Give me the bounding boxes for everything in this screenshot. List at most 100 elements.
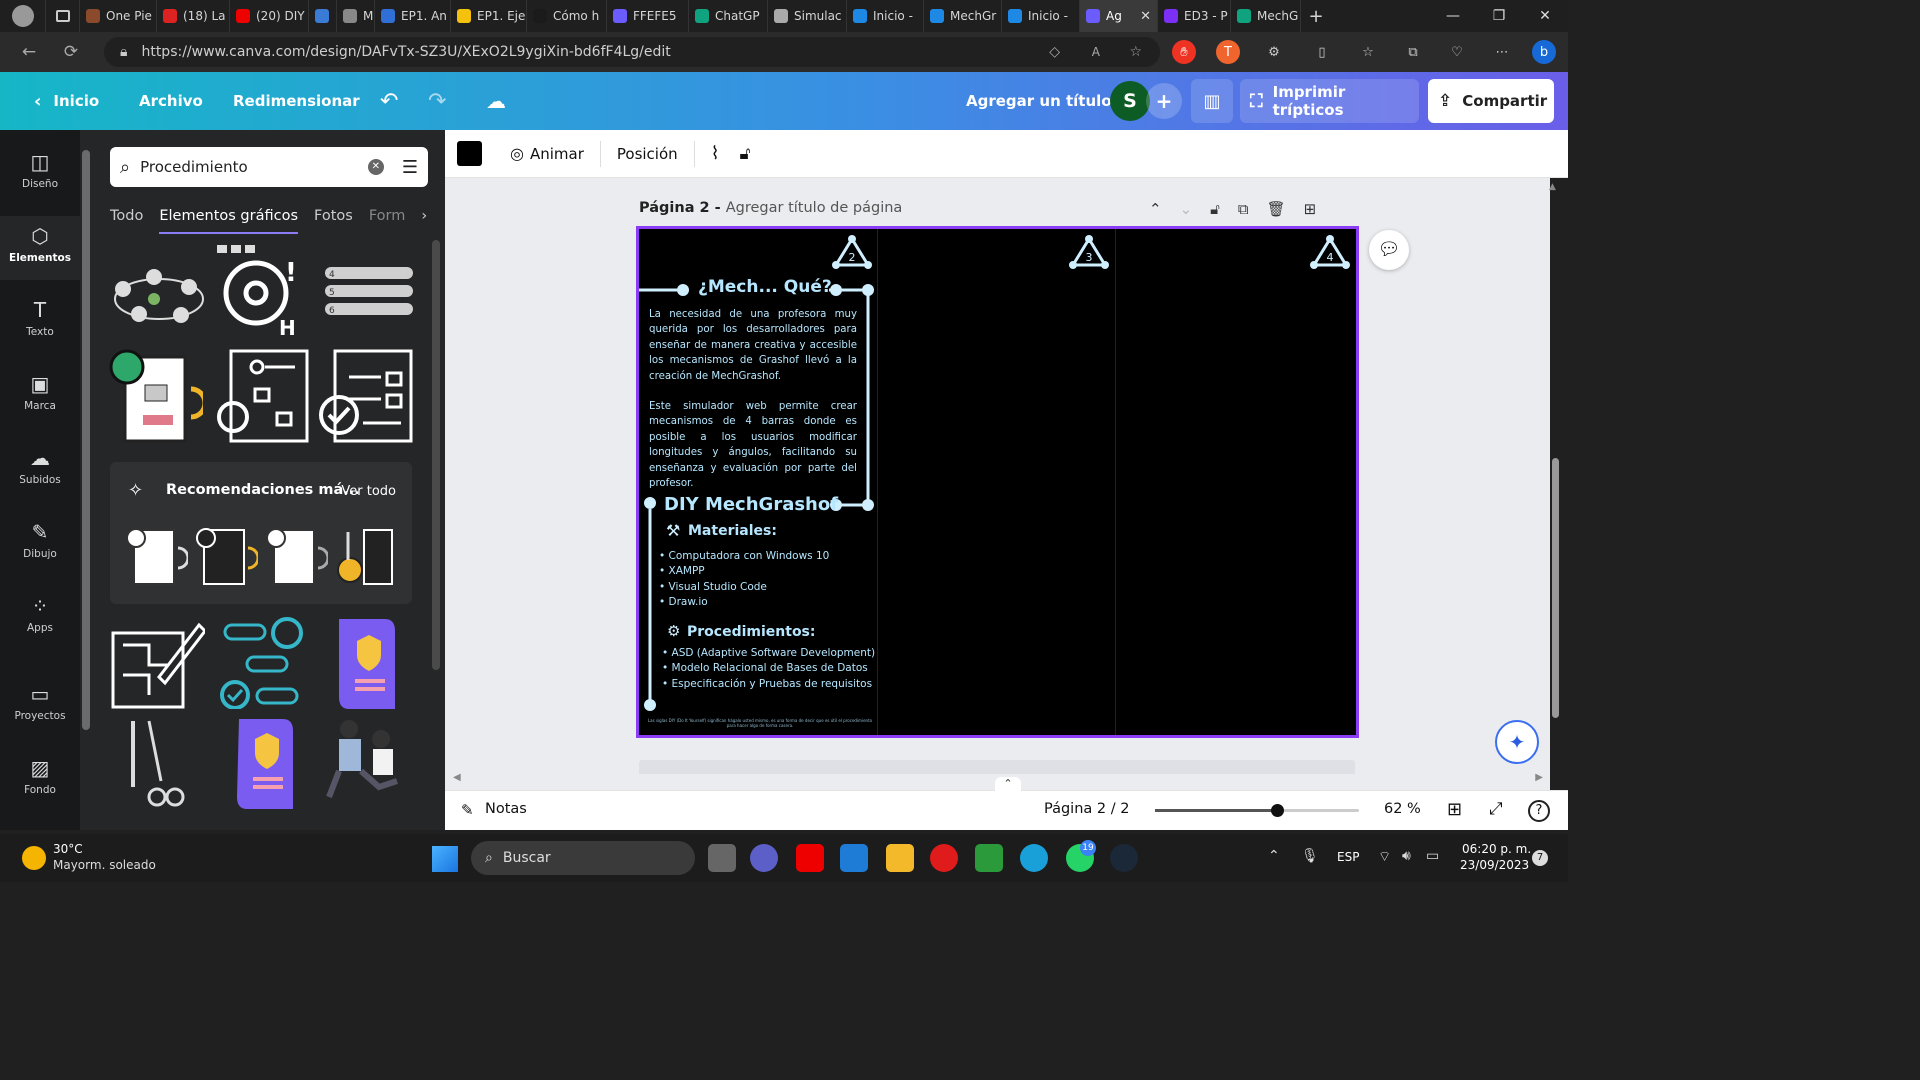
graphic-checklist-thumb[interactable] bbox=[316, 346, 414, 444]
zoom-level[interactable]: 62 % bbox=[1384, 801, 1421, 817]
materials-list[interactable]: • Computadora con Windows 10 • XAMPP • V… bbox=[659, 549, 829, 610]
search-input[interactable]: Procedimiento bbox=[140, 158, 248, 176]
vertical-scroll-thumb[interactable] bbox=[1552, 458, 1559, 718]
browser-tab[interactable]: Inicio - bbox=[847, 0, 924, 32]
rail-item-brand[interactable]: ▣ Marca bbox=[0, 364, 80, 428]
add-title-button[interactable]: Agregar un título bbox=[966, 72, 1112, 130]
add-page-icon[interactable]: ⊞ bbox=[1304, 200, 1317, 218]
procedures-title[interactable]: Procedimientos: bbox=[687, 624, 816, 640]
browser-tab[interactable] bbox=[309, 0, 337, 32]
browser-tab[interactable]: Ag ✕ bbox=[1080, 0, 1158, 32]
paragraph-intro[interactable]: La necesidad de una profesora muy querid… bbox=[649, 307, 857, 384]
language-indicator[interactable]: ESP bbox=[1337, 850, 1359, 864]
materials-title[interactable]: Materiales: bbox=[688, 523, 777, 539]
tab-graphics[interactable]: Elementos gráficos bbox=[159, 208, 298, 234]
tag-icon[interactable]: ◇ bbox=[1049, 44, 1060, 60]
lock-page-icon[interactable]: 🔓︎ bbox=[1210, 200, 1220, 218]
design-page[interactable]: 2 3 4 ¿Mech... Qué? La necesidad de una … bbox=[636, 226, 1359, 738]
teams-icon[interactable] bbox=[750, 844, 778, 872]
reco-thumb-3[interactable] bbox=[264, 526, 328, 588]
graphic-process-map-thumb[interactable] bbox=[214, 346, 310, 444]
tab-shapes[interactable]: Form bbox=[369, 208, 406, 224]
rail-item-background[interactable]: ▨ Fondo bbox=[0, 748, 80, 812]
position-button[interactable]: Posición bbox=[617, 145, 678, 163]
favorite-star-icon[interactable]: ☆ bbox=[1129, 44, 1142, 60]
windows-start-icon[interactable] bbox=[432, 846, 458, 872]
adblock-icon[interactable]: ✋︎ bbox=[1172, 40, 1196, 64]
rail-item-draw[interactable]: ✎ Dibujo bbox=[0, 512, 80, 576]
extensions-icon[interactable]: ⚙ bbox=[1262, 40, 1286, 64]
help-icon[interactable]: ? bbox=[1528, 800, 1550, 822]
magic-assistant-icon[interactable]: ✦ bbox=[1495, 720, 1539, 764]
browser-tab[interactable]: ChatGP bbox=[689, 0, 768, 32]
graphic-scroll-shield-2-thumb[interactable] bbox=[228, 714, 298, 812]
close-tab-icon[interactable]: ✕ bbox=[1140, 9, 1151, 24]
browser-tab[interactable]: Me bbox=[337, 0, 375, 32]
refresh-icon[interactable]: ⟳ bbox=[54, 42, 88, 62]
lock-icon[interactable]: 🔓︎ bbox=[739, 144, 750, 164]
add-comment-icon[interactable]: 💬︎ bbox=[1369, 230, 1409, 270]
filter-icon[interactable]: ☰ bbox=[402, 157, 418, 178]
undo-icon[interactable]: ↶ bbox=[380, 72, 398, 130]
graphic-numbered-list-thumb[interactable]: 4 5 6 bbox=[318, 262, 414, 320]
browser-tab[interactable]: EP1. An bbox=[375, 0, 451, 32]
color-swatch[interactable] bbox=[457, 141, 482, 166]
search-field[interactable]: ⌕ Procedimiento ✕ ☰ bbox=[110, 147, 428, 187]
microphone-icon[interactable]: 🎙︎ bbox=[1301, 848, 1319, 864]
rail-item-upload[interactable]: ☁ Subidos bbox=[0, 438, 80, 502]
read-aloud-icon[interactable]: A bbox=[1092, 45, 1100, 59]
volume-icon[interactable]: 🔊︎ bbox=[1402, 848, 1411, 864]
performance-icon[interactable]: ♡ bbox=[1445, 40, 1469, 64]
youtube-icon[interactable] bbox=[796, 844, 824, 872]
browser-tab[interactable]: MechG bbox=[1231, 0, 1301, 32]
animate-button[interactable]: Animar bbox=[530, 145, 584, 163]
expand-pages-icon[interactable]: ⌃ bbox=[995, 777, 1021, 791]
profile-icon[interactable] bbox=[0, 0, 46, 32]
reco-thumb-1[interactable] bbox=[124, 526, 188, 588]
battery-icon[interactable]: ▭ bbox=[1426, 848, 1439, 864]
procedures-list[interactable]: • ASD (Adaptive Software Development) • … bbox=[662, 646, 875, 692]
weather-icon[interactable] bbox=[22, 846, 46, 870]
print-button[interactable]: ⛶ Imprimir trípticos bbox=[1240, 79, 1419, 123]
wifi-icon[interactable]: ⌔ bbox=[1378, 848, 1391, 866]
media-player-icon[interactable] bbox=[930, 844, 958, 872]
zoom-slider[interactable] bbox=[1155, 804, 1359, 817]
minimize-icon[interactable]: — bbox=[1430, 0, 1476, 32]
delete-page-icon[interactable]: 🗑︎ bbox=[1267, 200, 1286, 218]
steam-icon[interactable] bbox=[1110, 844, 1138, 872]
rail-item-layout[interactable]: ◫ Diseño bbox=[0, 142, 80, 206]
graphic-people-care-thumb[interactable] bbox=[318, 716, 412, 814]
tray-chevron-icon[interactable]: ⌃ bbox=[1268, 848, 1280, 864]
panel-scrollbar-left[interactable] bbox=[82, 150, 90, 730]
graphic-network-thumb[interactable] bbox=[108, 258, 208, 328]
next-page-preview[interactable] bbox=[639, 760, 1355, 774]
graphic-surgical-scissors-thumb[interactable] bbox=[116, 716, 192, 814]
graphic-gear-process-thumb[interactable]: H ! bbox=[210, 242, 310, 340]
file-menu[interactable]: Archivo bbox=[139, 72, 203, 130]
clock-time[interactable]: 06:20 p. m. bbox=[1462, 842, 1531, 856]
close-window-icon[interactable]: ✕ bbox=[1522, 0, 1568, 32]
tab-all[interactable]: Todo bbox=[110, 208, 143, 224]
browser-tab[interactable]: FFEFE5 bbox=[607, 0, 689, 32]
file-explorer-icon[interactable] bbox=[886, 844, 914, 872]
avatar[interactable]: S bbox=[1110, 81, 1150, 121]
page-indicator[interactable]: Página 2 / 2 bbox=[1044, 801, 1129, 817]
home-button[interactable]: ‹ Inicio bbox=[34, 72, 99, 130]
notes-button[interactable]: Notas bbox=[485, 801, 527, 817]
see-all-link[interactable]: Ver todo bbox=[341, 484, 396, 499]
favorites-icon[interactable]: ☆ bbox=[1356, 40, 1380, 64]
new-tab-button[interactable]: + bbox=[1301, 0, 1331, 32]
browser-tab[interactable]: (20) DIY bbox=[230, 0, 309, 32]
temperature[interactable]: 30°C bbox=[53, 842, 83, 856]
paint-roller-icon[interactable]: ⌇ bbox=[711, 143, 720, 164]
tabs-next-icon[interactable]: › bbox=[421, 208, 427, 224]
restore-icon[interactable]: ❐ bbox=[1476, 0, 1522, 32]
rail-item-apps[interactable]: ⁘ Apps bbox=[0, 586, 80, 650]
url-field[interactable]: 🔒︎ https://www.canva.com/design/DAFvTx-S… bbox=[104, 37, 1160, 67]
browser-tab[interactable]: EP1. Eje bbox=[451, 0, 527, 32]
paragraph-simulator[interactable]: Este simulador web permite crear mecanis… bbox=[649, 399, 857, 491]
tab-photos[interactable]: Fotos bbox=[314, 208, 353, 224]
graphic-scroll-shield-thumb[interactable] bbox=[328, 614, 402, 712]
rail-item-elements[interactable]: ⬡ Elementos bbox=[0, 216, 80, 280]
taskbar-search[interactable]: ⌕ Buscar bbox=[471, 841, 695, 875]
